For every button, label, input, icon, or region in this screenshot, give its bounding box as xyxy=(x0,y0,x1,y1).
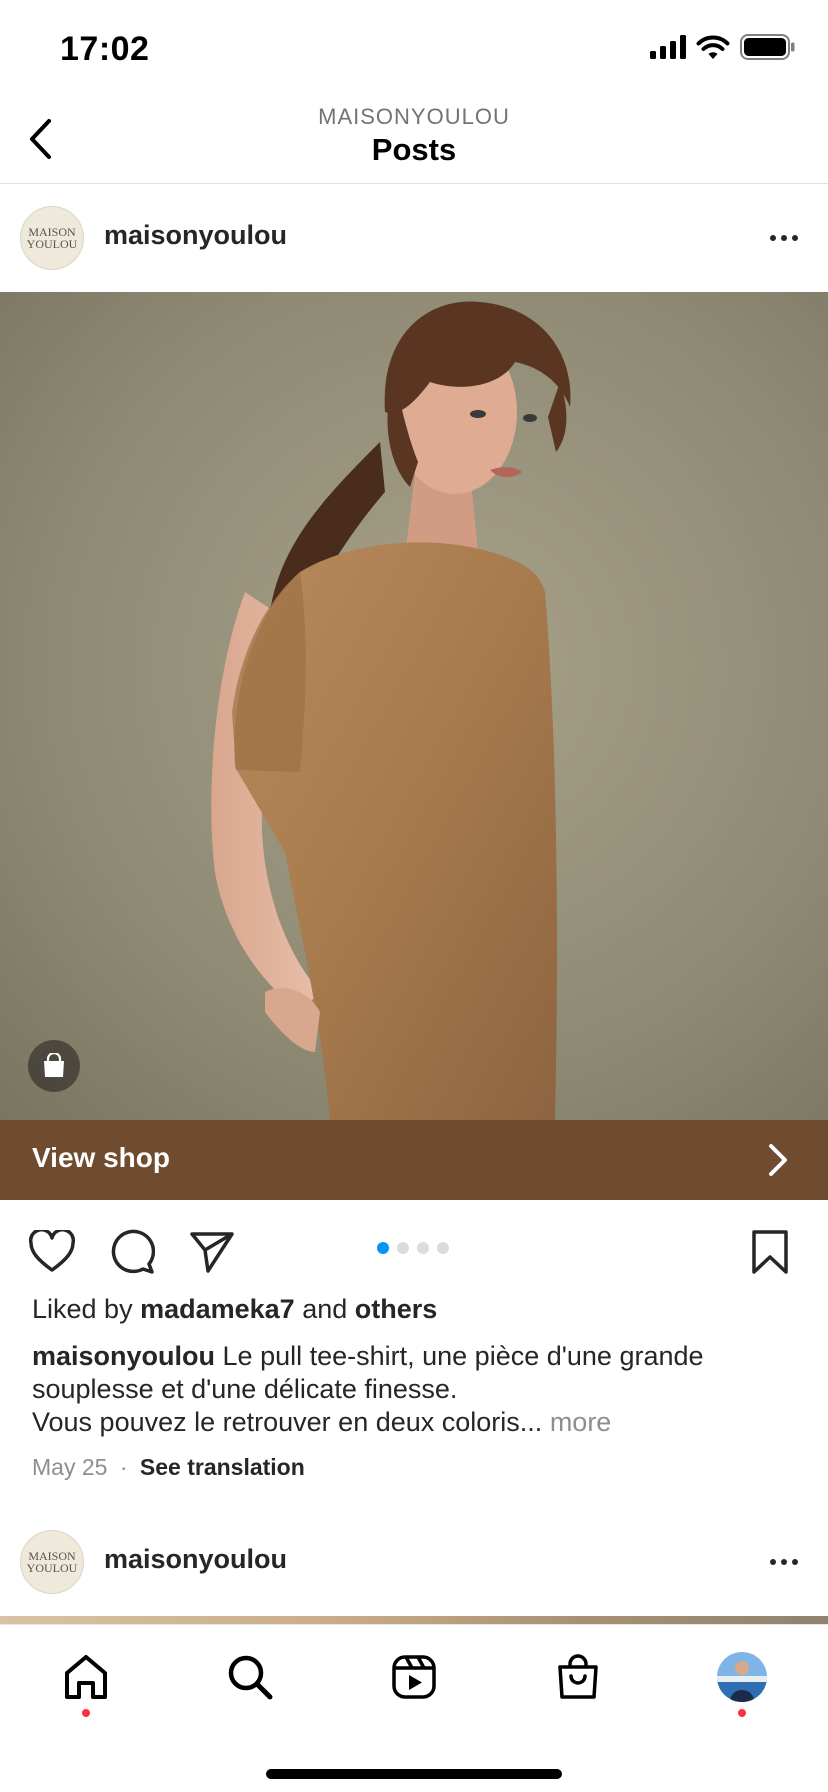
battery-icon xyxy=(740,34,795,60)
likes-conjunction: and xyxy=(302,1294,348,1324)
ellipsis-dot xyxy=(781,1559,787,1565)
caption-text: Vous pouvez le retrouver en deux coloris… xyxy=(32,1407,543,1437)
ellipsis-dot xyxy=(792,1559,798,1565)
post-image[interactable] xyxy=(0,292,828,1120)
shop-icon xyxy=(558,1654,598,1699)
ellipsis-dot xyxy=(770,1559,776,1565)
ellipsis-dot xyxy=(781,235,787,241)
avatar[interactable]: MAISON YOULOU xyxy=(20,1530,84,1594)
post-date: May 25 xyxy=(32,1454,108,1480)
caption-second-paragraph: Vous pouvez le retrouver en deux coloris… xyxy=(32,1406,802,1439)
comment-button[interactable] xyxy=(106,1226,158,1278)
reels-icon xyxy=(392,1655,436,1699)
caption-first-paragraph: maisonyoulou Le pull tee-shirt, une pièc… xyxy=(32,1340,802,1406)
home-notification-dot xyxy=(82,1709,90,1717)
tab-reels[interactable] xyxy=(384,1647,444,1707)
home-icon xyxy=(65,1655,107,1699)
carousel-dot xyxy=(397,1242,409,1254)
model-photo xyxy=(0,292,828,1120)
page-title: Posts xyxy=(371,132,457,167)
wifi-icon xyxy=(696,35,730,59)
tab-search[interactable] xyxy=(220,1647,280,1707)
profile-notification-dot xyxy=(738,1709,746,1717)
like-button[interactable] xyxy=(26,1226,78,1278)
avatar-text-line: YOULOU xyxy=(26,1561,78,1575)
nav-header: MAISONYOULOU Posts xyxy=(0,96,828,184)
status-bar: 17:02 xyxy=(0,0,828,96)
status-time: 17:02 xyxy=(60,30,150,68)
search-icon xyxy=(228,1655,273,1700)
paper-plane-icon xyxy=(190,1232,234,1273)
caption-more-link[interactable]: more xyxy=(550,1407,612,1437)
profile-avatar xyxy=(717,1652,767,1702)
share-button[interactable] xyxy=(186,1226,238,1278)
tab-shop[interactable] xyxy=(548,1647,608,1707)
bottom-tab-bar xyxy=(0,1624,828,1792)
account-name: MAISONYOULOU xyxy=(318,104,510,129)
tab-home[interactable] xyxy=(56,1647,116,1707)
likes-others[interactable]: others xyxy=(355,1294,438,1324)
post-actions xyxy=(0,1200,828,1296)
likes-summary[interactable]: Liked by madameka7 and others xyxy=(32,1294,437,1325)
carousel-indicator xyxy=(377,1242,449,1254)
caption-author[interactable]: maisonyoulou xyxy=(32,1341,215,1371)
avatar[interactable]: MAISON YOULOU xyxy=(20,206,84,270)
ellipsis-dot xyxy=(770,235,776,241)
comment-icon xyxy=(111,1229,155,1274)
carousel-dot xyxy=(417,1242,429,1254)
cellular-signal-icon xyxy=(650,35,686,59)
save-button[interactable] xyxy=(744,1226,796,1278)
liked-by-user[interactable]: madameka7 xyxy=(140,1294,295,1324)
post-username[interactable]: maisonyoulou xyxy=(104,1544,287,1575)
home-indicator xyxy=(266,1769,562,1779)
more-options-button[interactable] xyxy=(764,220,804,256)
shopping-bag-icon xyxy=(44,1053,64,1077)
see-translation-link[interactable]: See translation xyxy=(140,1454,305,1480)
bookmark-icon xyxy=(752,1230,788,1274)
post-username[interactable]: maisonyoulou xyxy=(104,220,287,251)
carousel-dot-active xyxy=(377,1242,389,1254)
heart-icon xyxy=(28,1230,76,1272)
carousel-dot xyxy=(437,1242,449,1254)
view-shop-banner[interactable]: View shop xyxy=(0,1120,828,1200)
chevron-right-icon xyxy=(769,1144,787,1176)
post-header: MAISON YOULOU maisonyoulou xyxy=(0,1508,828,1616)
tab-profile[interactable] xyxy=(712,1647,772,1707)
status-icons xyxy=(650,34,796,60)
post-meta: May 25 · See translation xyxy=(32,1454,305,1481)
meta-separator: · xyxy=(119,1454,128,1480)
likes-prefix: Liked by xyxy=(32,1294,133,1324)
post-caption: maisonyoulou Le pull tee-shirt, une pièc… xyxy=(32,1340,802,1439)
more-options-button[interactable] xyxy=(764,1544,804,1580)
ellipsis-dot xyxy=(792,235,798,241)
post-header: MAISON YOULOU maisonyoulou xyxy=(0,184,828,292)
avatar-text-line: YOULOU xyxy=(26,237,78,251)
view-shop-label: View shop xyxy=(32,1142,170,1173)
shop-tag-button[interactable] xyxy=(28,1040,80,1092)
